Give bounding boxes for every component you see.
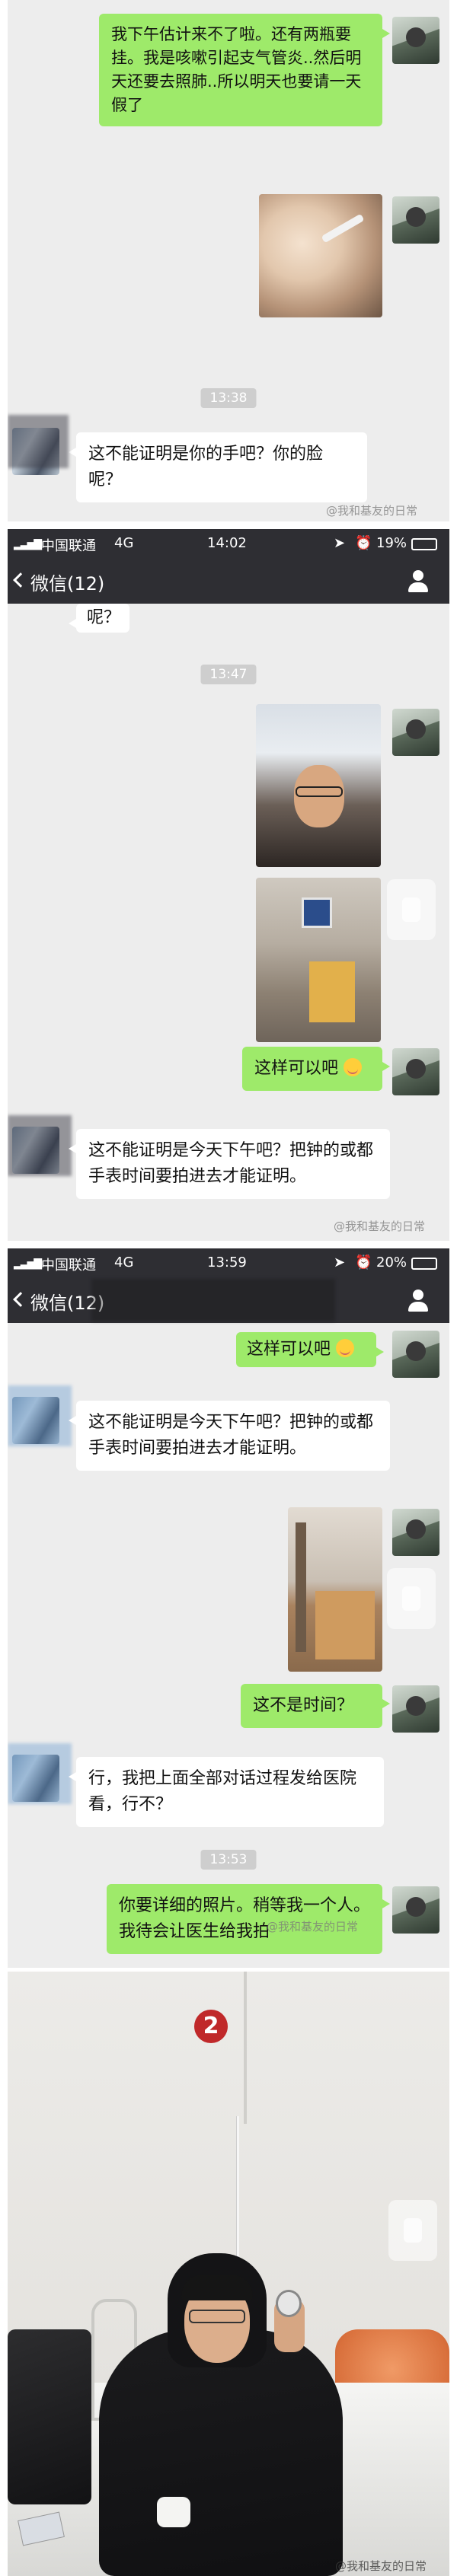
message-bubble-other[interactable]: 这不能证明是你的手吧？你的脸呢？ xyxy=(69,432,367,502)
smile-emoji-icon xyxy=(344,1058,363,1076)
timestamp: 13:53 xyxy=(200,1850,257,1870)
contact-profile-icon[interactable] xyxy=(407,1290,430,1312)
redaction-scribble xyxy=(8,1385,72,1446)
location-icon: ➤ xyxy=(334,535,346,551)
message-bubble-other-partial[interactable]: 呢？ xyxy=(69,604,129,633)
message-bubble-other[interactable]: 这不能证明是今天下午吧？把钟的或都手表时间要拍进去才能证明。 xyxy=(69,1129,390,1199)
floating-voice-button[interactable] xyxy=(387,879,436,940)
person-glasses xyxy=(189,2310,245,2323)
message-bubble-other[interactable]: 这不能证明是今天下午吧？把钟的或都手表时间要拍进去才能证明。 xyxy=(69,1401,390,1471)
status-bar: ▂▃▅▇ 中国联通 4G 13:59 ➤ ⏰ 20% xyxy=(8,1248,449,1279)
message-text: 这不是时间？ xyxy=(253,1696,354,1715)
nav-bar: 微信(12) xyxy=(8,560,449,604)
watermark: @我和基友的日常 xyxy=(335,2559,427,2573)
avatar[interactable] xyxy=(392,1048,439,1095)
carrier-name: 中国联通 xyxy=(41,1258,96,1274)
contact-profile-icon[interactable] xyxy=(407,570,430,593)
message-text: 行，我把上面全部对话过程发给医院看，行不？ xyxy=(88,1769,357,1814)
bandaged-hand xyxy=(157,2497,190,2527)
location-icon: ➤ xyxy=(334,1255,346,1270)
clock: 13:59 xyxy=(207,1255,247,1270)
alarm-icon: ⏰ xyxy=(355,1255,372,1270)
iv-pole xyxy=(244,1972,247,2124)
avatar[interactable] xyxy=(392,196,439,244)
message-text: 这不能证明是今天下午吧？把钟的或都手表时间要拍进去才能证明。 xyxy=(88,1413,374,1458)
redaction-scribble xyxy=(91,1279,335,1321)
door-frame xyxy=(296,1522,306,1652)
iv-tube xyxy=(321,213,365,244)
message-text: 这不能证明是你的手吧？你的脸呢？ xyxy=(88,445,324,489)
status-bar: ▂▃▅▇ 中国联通 4G 14:02 ➤ ⏰ 19% xyxy=(8,529,449,560)
timestamp: 13:47 xyxy=(200,665,257,684)
signal-icon: ▂▃▅▇ xyxy=(14,1258,42,1270)
person-hair xyxy=(181,2275,253,2300)
message-text: 我下午估计来不了啦。还有两瓶要挂。我是咳嗽引起支气管炎..然后明天还要去照肺..… xyxy=(111,25,362,114)
redaction-scribble xyxy=(8,1743,72,1804)
network-type: 4G xyxy=(114,535,134,551)
avatar[interactable] xyxy=(392,1685,439,1733)
avatar[interactable] xyxy=(392,1331,439,1378)
photo-message-clock[interactable] xyxy=(288,1507,382,1672)
selfie-glasses xyxy=(296,786,343,797)
boxes xyxy=(315,1591,375,1659)
battery-percent: 19% xyxy=(376,535,407,551)
message-bubble-self[interactable]: 我下午估计来不了啦。还有两瓶要挂。我是咳嗽引起支气管炎..然后明天还要去照肺..… xyxy=(99,14,390,126)
clock: 14:02 xyxy=(207,535,247,551)
redaction-scribble xyxy=(8,415,69,468)
message-text: 呢？ xyxy=(87,608,121,627)
chat-panel-2: ▂▃▅▇ 中国联通 4G 14:02 ➤ ⏰ 19% 微信(12) 呢？ 13:… xyxy=(8,529,449,1241)
hospital-photo: 2 @我和基友的日常 xyxy=(8,1972,449,2576)
chat-panel-3: ▂▃▅▇ 中国联通 4G 13:59 ➤ ⏰ 20% 微信(12) 这样可以吧 … xyxy=(8,1248,449,1968)
wrist-watch xyxy=(276,2290,302,2317)
network-type: 4G xyxy=(114,1255,134,1270)
nav-back-label[interactable]: 微信(12) xyxy=(30,569,104,595)
photo-message-selfie[interactable] xyxy=(256,704,381,867)
message-text: 这不能证明是今天下午吧？把钟的或都手表时间要拍进去才能证明。 xyxy=(88,1141,374,1186)
smile-emoji-icon xyxy=(336,1339,355,1357)
photo-message-hand[interactable] xyxy=(259,194,382,317)
avatar[interactable] xyxy=(392,1509,439,1556)
message-text: 这样可以吧 xyxy=(247,1340,331,1359)
wall-sign xyxy=(302,897,332,928)
avatar[interactable] xyxy=(392,1886,439,1934)
avatar[interactable] xyxy=(392,709,439,756)
battery-icon xyxy=(411,538,437,550)
battery-icon xyxy=(411,1258,437,1270)
message-bubble-self[interactable]: 这样可以吧 xyxy=(236,1332,384,1367)
message-bubble-self[interactable]: 这不是时间？ xyxy=(241,1684,390,1728)
black-chair xyxy=(8,2329,91,2504)
watermark: @我和基友的日常 xyxy=(334,1219,426,1233)
signal-icon: ▂▃▅▇ xyxy=(14,538,42,550)
alarm-icon: ⏰ xyxy=(355,535,372,551)
back-chevron-icon[interactable] xyxy=(13,572,28,588)
floating-voice-button[interactable] xyxy=(387,1568,436,1629)
back-chevron-icon[interactable] xyxy=(13,1292,28,1307)
carrier-name: 中国联通 xyxy=(41,538,96,554)
message-bubble-other[interactable]: 行，我把上面全部对话过程发给医院看，行不？ xyxy=(69,1757,384,1827)
chat-panel-1: 我下午估计来不了啦。还有两瓶要挂。我是咳嗽引起支气管炎..然后明天还要去照肺..… xyxy=(8,0,449,521)
redaction-scribble xyxy=(8,1115,72,1176)
battery-percent: 20% xyxy=(376,1255,407,1270)
message-text: 这样可以吧 xyxy=(254,1059,339,1078)
message-bubble-self[interactable]: 这样可以吧 xyxy=(242,1047,390,1091)
watermark: @我和基友的日常 xyxy=(267,1920,359,1934)
bed-number-badge: 2 xyxy=(194,2010,228,2043)
avatar[interactable] xyxy=(392,17,439,64)
photo-message-hallway[interactable] xyxy=(256,878,381,1042)
cabinet xyxy=(309,961,355,1022)
floating-voice-button[interactable] xyxy=(388,2200,437,2261)
timestamp: 13:38 xyxy=(200,388,257,408)
watermark: @我和基友的日常 xyxy=(326,504,418,518)
